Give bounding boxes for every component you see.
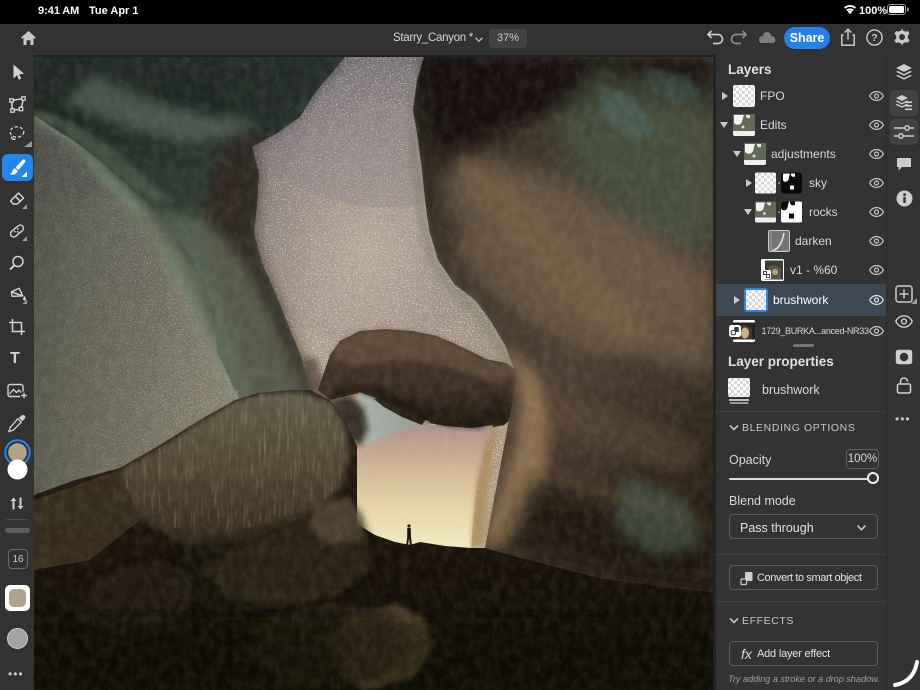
svg-text:?: ? xyxy=(871,32,877,44)
